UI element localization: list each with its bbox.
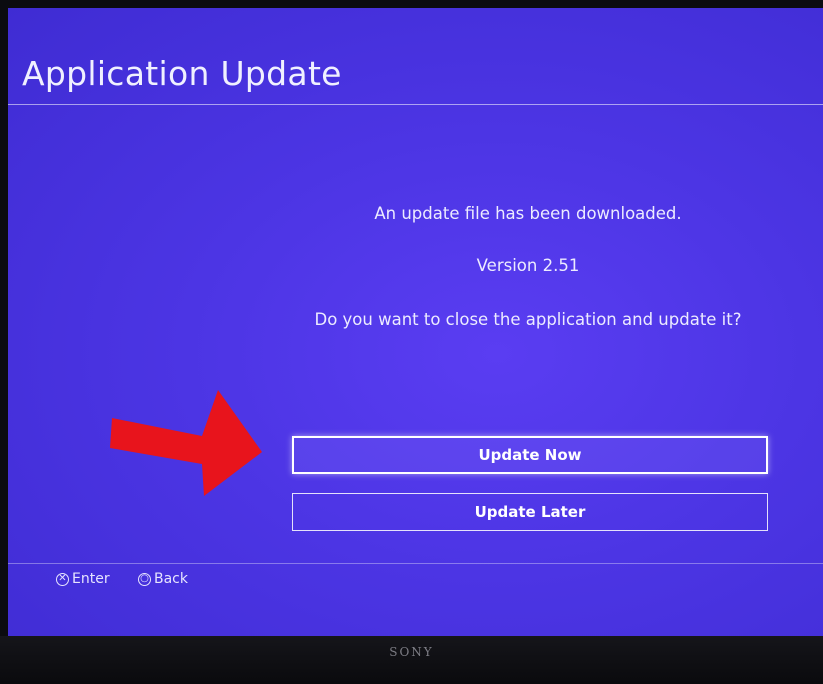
download-message: An update file has been downloaded. xyxy=(374,204,682,223)
tv-bezel xyxy=(0,636,823,684)
footer-divider xyxy=(8,563,823,564)
enter-label: Enter xyxy=(72,571,110,587)
enter-hint[interactable]: ✕ Enter xyxy=(56,571,110,587)
back-label: Back xyxy=(154,571,188,587)
back-hint[interactable]: ○ Back xyxy=(138,571,188,587)
version-text: Version 2.51 xyxy=(476,256,580,275)
page-title: Application Update xyxy=(22,54,342,93)
title-divider xyxy=(8,104,823,105)
circle-button-icon: ○ xyxy=(138,572,151,586)
tv-frame: Application Update An update file has be… xyxy=(0,0,823,684)
ps4-screen: Application Update An update file has be… xyxy=(8,8,823,636)
sony-logo: SONY xyxy=(389,645,434,659)
update-now-button[interactable]: Update Now xyxy=(292,436,768,474)
update-question: Do you want to close the application and… xyxy=(314,310,742,329)
red-arrow-icon xyxy=(110,390,262,496)
cross-button-icon: ✕ xyxy=(56,572,69,586)
update-later-button[interactable]: Update Later xyxy=(292,493,768,531)
